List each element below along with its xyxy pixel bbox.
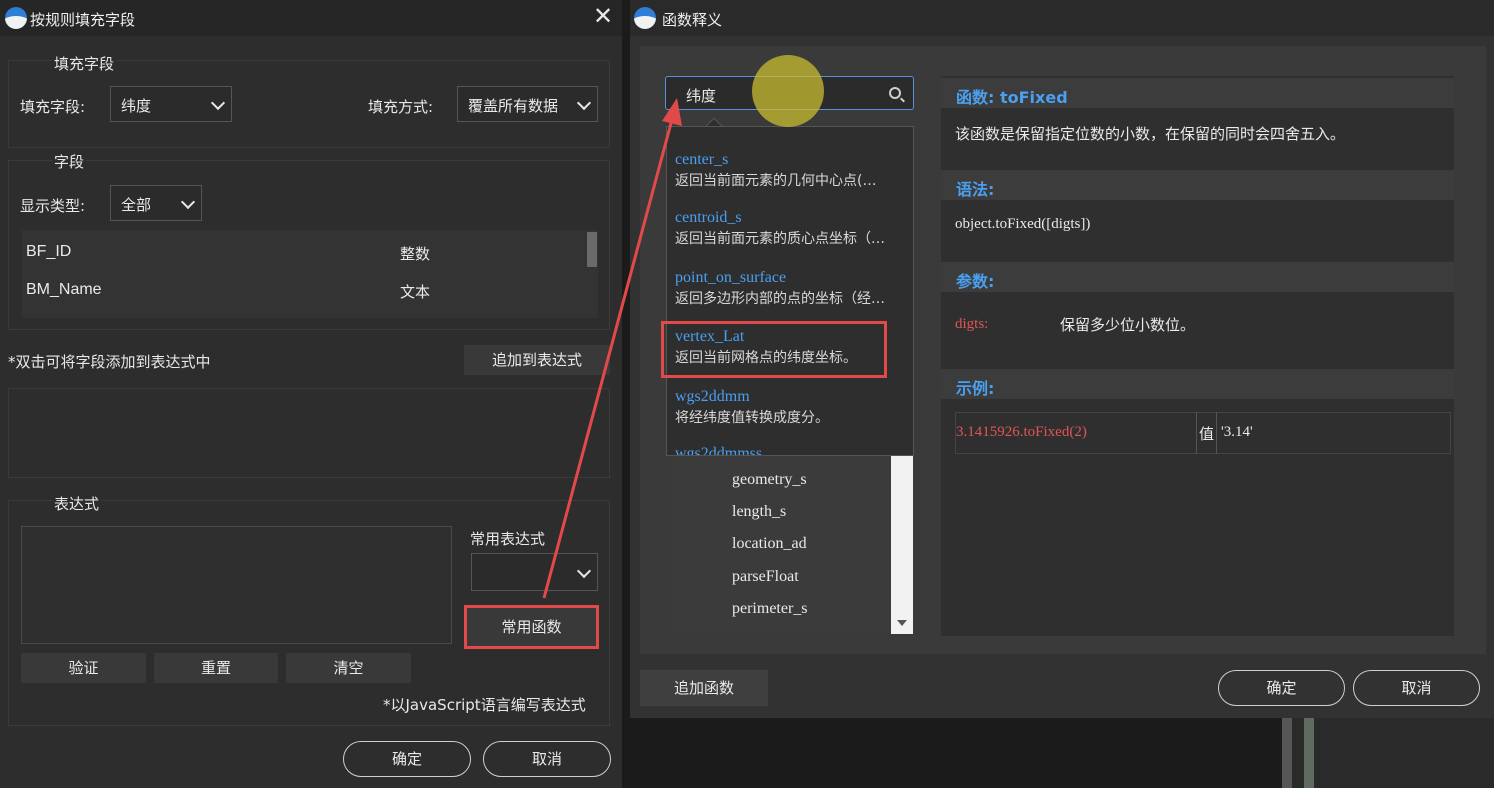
ok-button[interactable]: 确定 [343, 741, 471, 777]
title-bar: 函数释义 [630, 0, 1494, 36]
suggestion-item[interactable]: centroid_s 返回当前面元素的质心点坐标（… [675, 209, 911, 248]
suggestion-name: centroid_s [675, 209, 742, 226]
list-item[interactable]: geometry_s [732, 471, 807, 489]
dialog-title: 函数释义 [662, 11, 723, 29]
fill-field-select[interactable]: 纬度 [110, 86, 232, 122]
table-row[interactable]: BM_Name 文本 [22, 270, 586, 308]
field-name: BM_Name [26, 281, 102, 298]
suggestion-name: wgs2ddmmss [675, 445, 763, 456]
fill-field-label: 填充字段: [20, 98, 86, 116]
field-name: BF_ID [26, 243, 72, 260]
map-edge [1304, 718, 1314, 788]
fill-field-dialog: 按规则填充字段 ✕ 填充字段 填充字段: 纬度 填充方式: 覆盖所有数据 字段 … [0, 0, 622, 788]
chevron-down-icon [180, 194, 196, 210]
dblclick-hint: *双击可将字段添加到表达式中 [8, 353, 211, 371]
cancel-button[interactable]: 取消 [1353, 670, 1480, 706]
list-item[interactable]: perimeter_s [732, 600, 808, 618]
fill-mode-value: 覆盖所有数据 [468, 97, 559, 115]
suggestion-name: point_on_surface [675, 269, 787, 286]
function-heading: 函数: toFixed [941, 78, 1454, 108]
syntax-text: object.toFixed([digts]) [955, 216, 1091, 232]
display-type-value: 全部 [121, 196, 152, 214]
example-code: 3.1415926.toFixed(2) [956, 424, 1087, 440]
suggestion-name: wgs2ddmm [675, 388, 750, 405]
app-logo-icon [5, 7, 27, 29]
example-value: '3.14' [1221, 424, 1253, 440]
function-heading-text: 函数: toFixed [956, 88, 1068, 107]
fill-field-value: 纬度 [121, 97, 152, 115]
search-icon[interactable] [889, 87, 901, 99]
expression-textarea[interactable] [21, 526, 452, 644]
params-heading-text: 参数: [956, 272, 995, 291]
fill-field-group-label: 填充字段 [52, 53, 117, 74]
list-item[interactable]: parseFloat [732, 568, 799, 586]
cancel-button[interactable]: 取消 [483, 741, 611, 777]
example-value-label: 值 [1199, 425, 1215, 443]
search-value: 纬度 [686, 87, 717, 105]
field-preview-area [8, 388, 610, 478]
function-list: geometry_s length_s location_ad parseFlo… [666, 440, 913, 634]
reset-button[interactable]: 重置 [154, 653, 278, 683]
dialog-title: 按规则填充字段 [30, 11, 136, 29]
scroll-down-icon[interactable] [897, 620, 907, 626]
field-table: BF_ID 整数 BM_Name 文本 [22, 230, 598, 318]
syntax-heading: 语法: [941, 170, 1454, 200]
close-icon[interactable]: ✕ [592, 4, 614, 29]
fill-mode-label: 填充方式: [368, 98, 434, 116]
suggestion-desc: 将经纬度值转换成度分。 [675, 410, 829, 426]
display-type-label: 显示类型: [20, 197, 86, 215]
display-type-select[interactable]: 全部 [110, 185, 202, 221]
title-bar: 按规则填充字段 ✕ [0, 0, 622, 36]
common-expr-select[interactable] [471, 553, 598, 591]
common-expr-label: 常用表达式 [470, 530, 546, 548]
suggestion-item[interactable]: wgs2ddmm 将经纬度值转换成度分。 [675, 388, 911, 427]
map-edge [1282, 718, 1292, 788]
app-logo-icon [634, 7, 656, 29]
cursor-highlight [752, 55, 824, 127]
ok-button[interactable]: 确定 [1218, 670, 1345, 706]
field-table-scrollbar[interactable] [587, 232, 597, 267]
list-item[interactable]: location_ad [732, 535, 807, 553]
chevron-down-icon [210, 95, 226, 111]
highlight-box [661, 321, 887, 378]
param-name: digts: [955, 316, 989, 332]
params-heading: 参数: [941, 262, 1454, 292]
suggestion-desc: 返回多边形内部的点的坐标（经… [675, 291, 885, 307]
field-group-label: 字段 [52, 151, 87, 172]
field-type: 文本 [400, 283, 431, 301]
add-function-button[interactable]: 追加函数 [640, 670, 768, 706]
expression-group-label: 表达式 [52, 493, 102, 514]
add-to-expression-button[interactable]: 追加到表达式 [464, 345, 610, 375]
syntax-heading-text: 语法: [956, 180, 995, 199]
search-suggestions-popup: center_s 返回当前面元素的几何中心点(… centroid_s 返回当前… [666, 126, 914, 456]
list-item[interactable]: length_s [732, 503, 786, 521]
suggestion-item[interactable]: center_s 返回当前面元素的几何中心点(… [675, 151, 911, 190]
validate-button[interactable]: 验证 [21, 653, 146, 683]
chevron-down-icon [576, 95, 592, 111]
divider [1216, 412, 1217, 454]
javascript-hint: *以JavaScript语言编写表达式 [383, 696, 586, 714]
function-description: 该函数是保留指定位数的小数，在保留的同时会四舍五入。 [955, 125, 1346, 143]
param-description: 保留多少位小数位。 [1060, 316, 1196, 334]
suggestion-desc: 返回当前面元素的质心点坐标（… [675, 231, 885, 247]
suggestion-name: center_s [675, 151, 729, 168]
table-row[interactable]: BF_ID 整数 [22, 232, 586, 270]
highlight-box [464, 605, 599, 649]
chevron-down-icon [576, 563, 592, 579]
clear-button[interactable]: 清空 [286, 653, 411, 683]
function-detail-panel: 函数: toFixed 该函数是保留指定位数的小数，在保留的同时会四舍五入。 语… [941, 76, 1454, 636]
divider [1196, 412, 1197, 454]
function-list-scrollbar[interactable] [891, 440, 913, 634]
field-type: 整数 [400, 245, 431, 263]
fill-mode-select[interactable]: 覆盖所有数据 [457, 86, 598, 122]
suggestion-desc: 返回当前面元素的几何中心点(… [675, 173, 877, 189]
example-heading-text: 示例: [956, 379, 995, 398]
suggestion-item[interactable]: point_on_surface 返回多边形内部的点的坐标（经… [675, 269, 911, 308]
suggestion-item[interactable]: wgs2ddmmss [675, 445, 911, 456]
example-heading: 示例: [941, 369, 1454, 399]
